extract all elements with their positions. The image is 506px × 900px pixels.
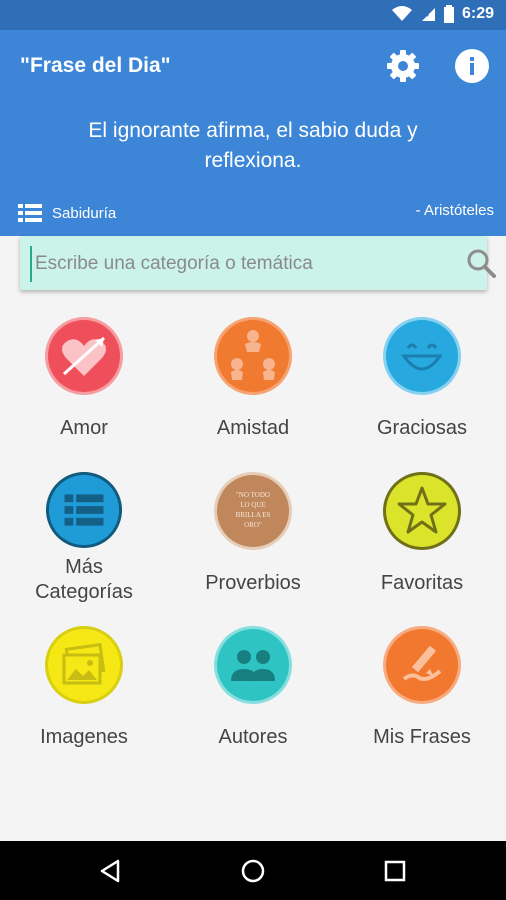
app-header: "Frase del Dia" El ignorante afirma, el … xyxy=(0,30,506,236)
info-icon[interactable] xyxy=(454,48,490,84)
category-grid: Amor Amistad Graciosas Más Categorías "N… xyxy=(0,300,506,840)
svg-text:ORO": ORO" xyxy=(244,521,262,529)
category-label: Más Categorías xyxy=(35,556,133,603)
category-favoritas[interactable]: Favoritas xyxy=(338,455,506,605)
category-mis-frases[interactable]: Mis Frases xyxy=(338,609,506,759)
category-amistad[interactable]: Amistad xyxy=(169,300,337,450)
battery-icon xyxy=(443,5,454,23)
category-autores[interactable]: Autores xyxy=(169,609,337,759)
list-icon xyxy=(45,471,123,549)
images-icon xyxy=(45,626,123,704)
category-label: Graciosas xyxy=(376,417,468,439)
quote-category-link[interactable]: Sabiduría xyxy=(18,204,116,222)
friends-circle-icon xyxy=(214,317,292,395)
category-label: Amor xyxy=(60,417,108,439)
category-label: Autores xyxy=(218,726,288,748)
category-amor[interactable]: Amor xyxy=(0,300,168,450)
svg-text:BRILLA ES: BRILLA ES xyxy=(236,511,271,519)
category-label: Proverbios xyxy=(205,572,301,594)
recents-icon[interactable] xyxy=(380,856,410,886)
status-bar: 6:29 xyxy=(0,0,506,30)
daily-quote: El ignorante afirma, el sabio duda y ref… xyxy=(88,119,418,172)
category-graciosas[interactable]: Graciosas xyxy=(338,300,506,450)
stamp-icon: "NO TODO LO QUE BRILLA ES ORO" xyxy=(214,472,292,550)
svg-text:"NO TODO: "NO TODO xyxy=(236,491,270,499)
status-icons: 6:29 xyxy=(391,5,494,23)
quote-category-label: Sabiduría xyxy=(52,204,117,222)
back-icon[interactable] xyxy=(96,856,126,886)
people-icon xyxy=(214,626,292,704)
write-icon xyxy=(383,626,461,704)
star-icon xyxy=(383,472,461,550)
search-input[interactable] xyxy=(30,246,437,282)
home-icon[interactable] xyxy=(238,856,268,886)
settings-gear-icon[interactable] xyxy=(385,48,421,84)
category-label: Favoritas xyxy=(380,572,464,594)
category-proverbios[interactable]: "NO TODO LO QUE BRILLA ES ORO" Proverbio… xyxy=(169,455,337,605)
category-label: Amistad xyxy=(216,417,290,439)
svg-text:LO QUE: LO QUE xyxy=(240,501,265,509)
navigation-bar xyxy=(0,841,506,900)
category-mas-categorias[interactable]: Más Categorías xyxy=(0,455,168,605)
status-time: 6:29 xyxy=(461,5,494,22)
wifi-icon xyxy=(391,6,412,21)
heart-arrow-icon xyxy=(45,317,123,395)
category-label: Mis Frases xyxy=(373,726,471,748)
smile-icon xyxy=(383,317,461,395)
list-icon xyxy=(18,204,42,222)
category-label: Imagenes xyxy=(40,726,128,748)
quote-author: - Aristóteles xyxy=(415,202,494,219)
category-imagenes[interactable]: Imagenes xyxy=(0,609,168,759)
search-icon[interactable] xyxy=(466,248,496,278)
app-title: "Frase del Dia" xyxy=(20,54,171,77)
signal-icon xyxy=(421,8,435,21)
search-bar xyxy=(20,236,496,290)
